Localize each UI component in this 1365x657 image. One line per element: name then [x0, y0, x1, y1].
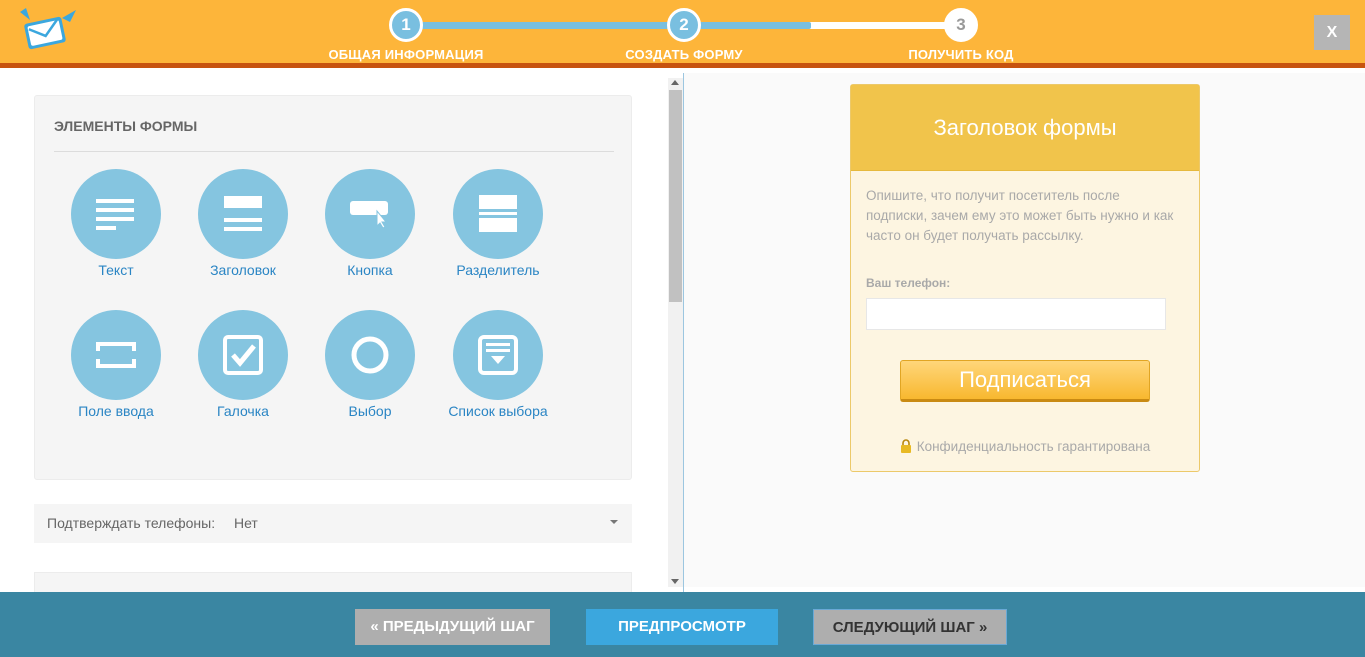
input-field-icon	[71, 310, 161, 400]
step-label: СОЗДАТЬ ФОРМУ	[625, 47, 743, 62]
step-number: 1	[389, 8, 423, 42]
step-general-info[interactable]: 1 ОБЩАЯ ИНФОРМАЦИЯ	[316, 8, 496, 62]
next-step-button[interactable]: СЛЕДУЮЩИЙ ШАГ »	[813, 609, 1007, 645]
element-input-field[interactable]: Поле ввода	[61, 310, 171, 420]
button-cursor-icon	[325, 169, 415, 259]
privacy-note: Конфиденциальность гарантирована	[851, 439, 1199, 454]
wizard-steps: 1 ОБЩАЯ ИНФОРМАЦИЯ 2 СОЗДАТЬ ФОРМУ 3 ПОЛ…	[0, 0, 1365, 68]
form-elements-title: ЭЛЕМЕНТЫ ФОРМЫ	[54, 118, 198, 134]
element-radio[interactable]: Выбор	[315, 310, 425, 420]
checkbox-icon	[198, 310, 288, 400]
element-button[interactable]: Кнопка	[315, 169, 425, 279]
element-heading[interactable]: Заголовок	[188, 169, 298, 279]
step-create-form[interactable]: 2 СОЗДАТЬ ФОРМУ	[594, 8, 774, 62]
form-builder-panel: ЭЛЕМЕНТЫ ФОРМЫ Текст Заголовок Кнопка Ра…	[0, 73, 668, 592]
form-preview-card: Заголовок формы Опишите, что получит пос…	[850, 84, 1200, 472]
element-select-list[interactable]: Список выбора	[443, 310, 553, 420]
scroll-down-arrow-icon[interactable]	[671, 579, 679, 584]
step-number: 2	[667, 8, 701, 42]
element-checkbox[interactable]: Галочка	[188, 310, 298, 420]
confirm-phones-label: Подтверждать телефоны:	[47, 515, 216, 531]
element-label: Галочка	[217, 403, 269, 419]
form-title: Заголовок формы	[933, 115, 1117, 140]
element-label: Выбор	[348, 403, 392, 419]
element-label: Текст	[98, 262, 134, 278]
settings-box	[34, 572, 632, 592]
element-label: Поле ввода	[78, 403, 154, 419]
step-number: 3	[944, 8, 978, 42]
form-preview-panel: Заголовок формы Опишите, что получит пос…	[684, 73, 1365, 587]
privacy-text: Конфиденциальность гарантирована	[916, 439, 1151, 454]
previous-step-button[interactable]: « ПРЕДЫДУЩИЙ ШАГ	[355, 609, 550, 645]
element-divider[interactable]: Разделитель	[443, 169, 553, 279]
confirm-phones-value: Нет	[234, 515, 258, 531]
preview-button[interactable]: ПРЕДПРОСМОТР	[586, 609, 778, 645]
step-label: ПОЛУЧИТЬ КОД	[908, 47, 1014, 62]
heading-icon	[198, 169, 288, 259]
step-get-code[interactable]: 3 ПОЛУЧИТЬ КОД	[871, 8, 1051, 62]
form-description[interactable]: Опишите, что получит посетитель после по…	[866, 186, 1184, 246]
step-label: ОБЩАЯ ИНФОРМАЦИЯ	[328, 47, 484, 62]
phone-input[interactable]	[866, 298, 1166, 330]
header: 1 ОБЩАЯ ИНФОРМАЦИЯ 2 СОЗДАТЬ ФОРМУ 3 ПОЛ…	[0, 0, 1365, 68]
element-text[interactable]: Текст	[61, 169, 171, 279]
left-panel-scrollbar[interactable]	[668, 78, 683, 587]
radio-icon	[325, 310, 415, 400]
select-list-icon	[453, 310, 543, 400]
phone-label: Ваш телефон:	[866, 276, 951, 290]
caret-down-icon	[610, 520, 618, 524]
form-elements-box: ЭЛЕМЕНТЫ ФОРМЫ Текст Заголовок Кнопка Ра…	[34, 95, 632, 480]
scroll-thumb[interactable]	[669, 90, 682, 302]
element-label: Список выбора	[448, 403, 548, 419]
text-lines-icon	[71, 169, 161, 259]
form-header[interactable]: Заголовок формы	[851, 85, 1199, 171]
element-label: Разделитель	[456, 262, 540, 278]
divider-icon	[453, 169, 543, 259]
lock-icon	[900, 439, 911, 453]
scroll-up-arrow-icon[interactable]	[671, 80, 679, 85]
footer-bar: « ПРЕДЫДУЩИЙ ШАГ ПРЕДПРОСМОТР СЛЕДУЮЩИЙ …	[0, 592, 1365, 657]
element-label: Заголовок	[210, 262, 276, 278]
divider	[54, 151, 614, 152]
confirm-phones-select[interactable]: Подтверждать телефоны: Нет	[34, 504, 632, 543]
element-label: Кнопка	[347, 262, 393, 278]
close-button[interactable]: X	[1314, 15, 1350, 50]
subscribe-button[interactable]: Подписаться	[900, 360, 1150, 402]
